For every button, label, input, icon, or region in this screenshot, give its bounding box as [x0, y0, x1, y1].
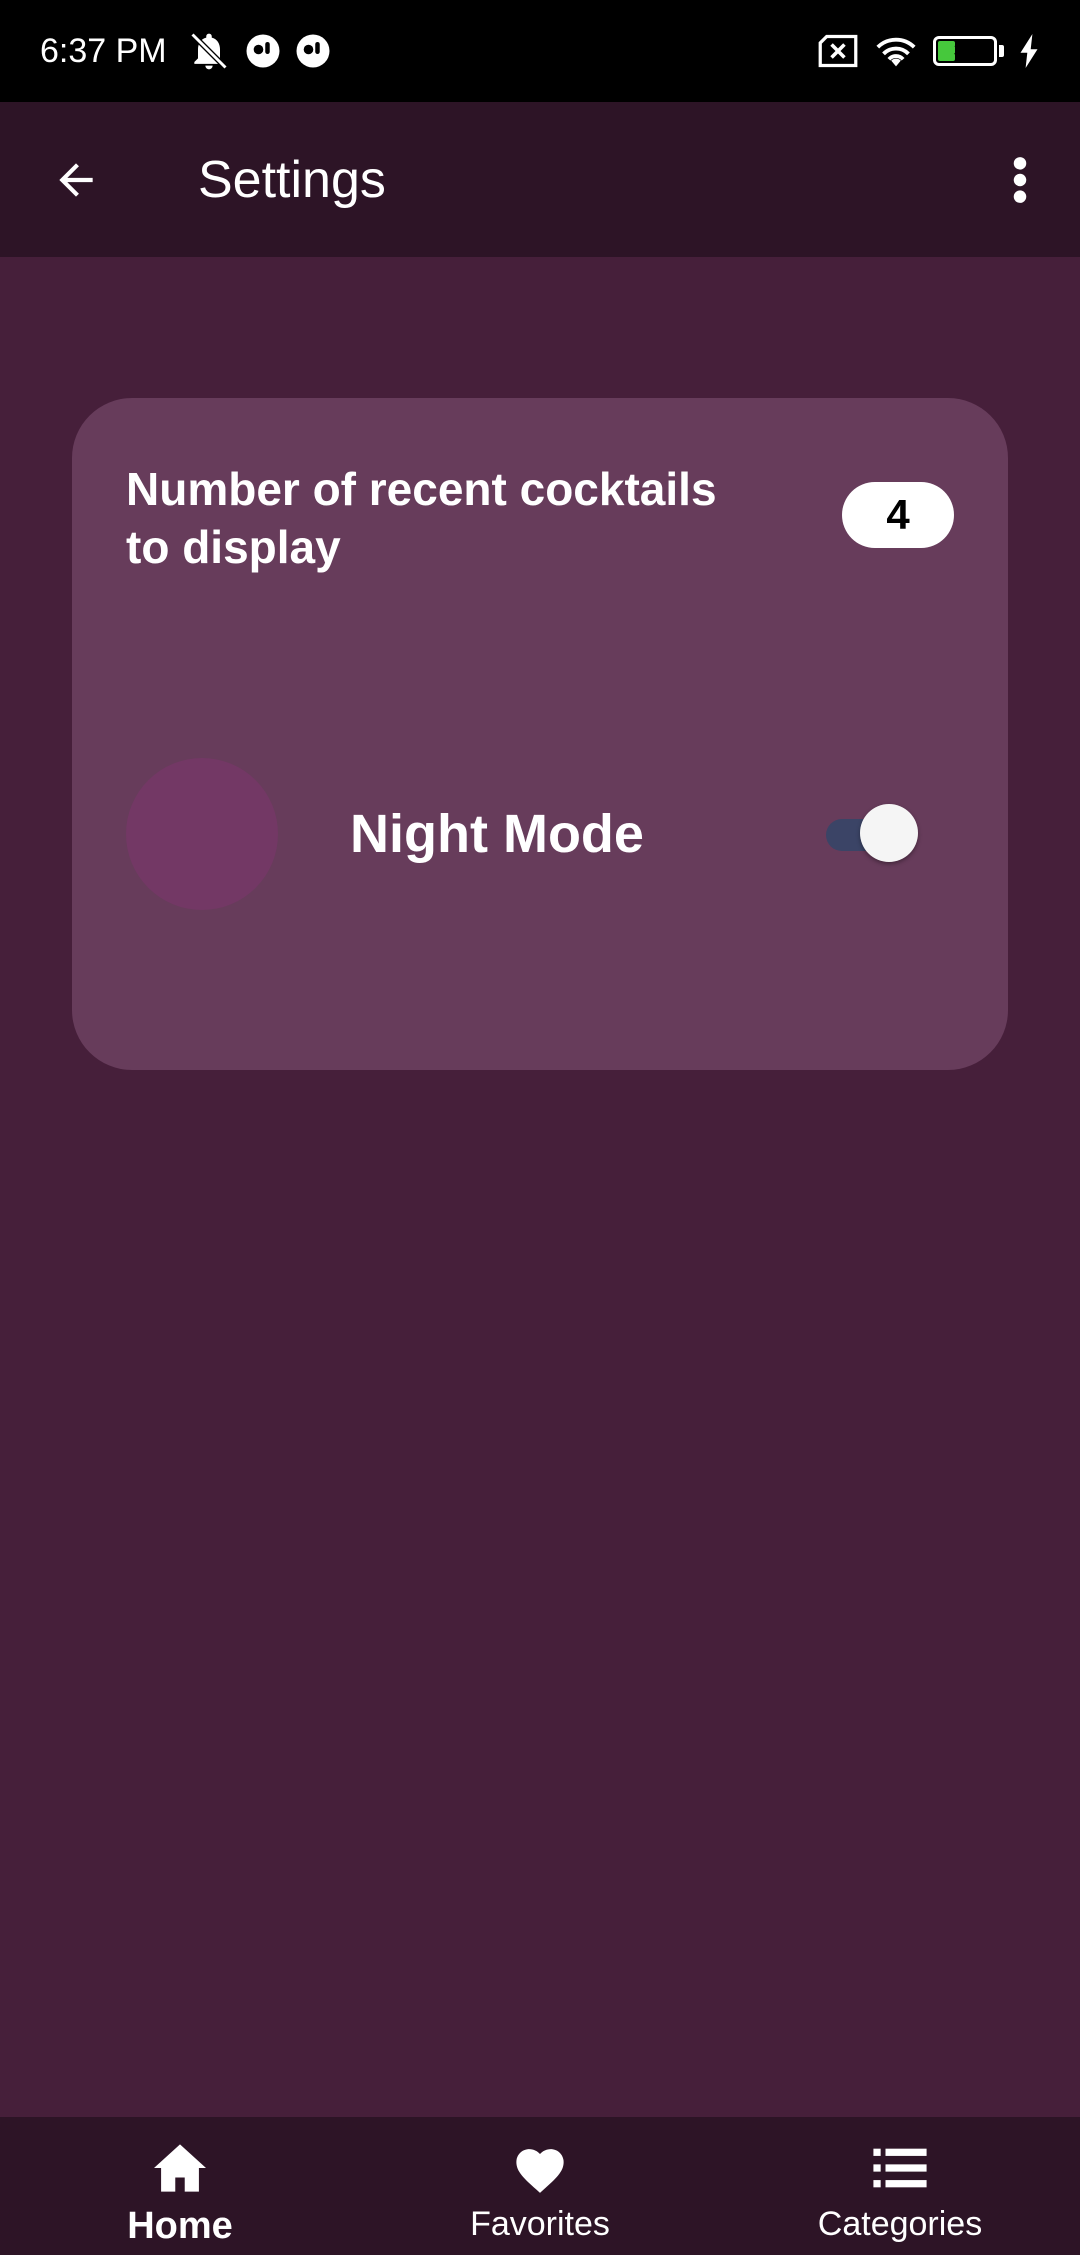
battery-icon: 31: [933, 36, 997, 66]
moon-icon: [197, 810, 221, 858]
recent-cocktails-value[interactable]: 4: [842, 482, 954, 548]
nav-label-favorites: Favorites: [470, 2205, 610, 2243]
night-mode-label: Night Mode: [350, 804, 644, 864]
bottom-navigation: Home Favorites Categories: [0, 2117, 1080, 2255]
nav-label-categories: Categories: [817, 2205, 983, 2243]
app-notification-icon: [295, 33, 331, 69]
battery-cap: [999, 45, 1004, 57]
night-mode-toggle[interactable]: [826, 804, 918, 864]
nav-item-home[interactable]: Home: [0, 2117, 360, 2255]
app-bar: Settings: [0, 102, 1080, 257]
arrow-left-icon: [59, 162, 93, 197]
settings-card: Number of recent cocktails to display 4 …: [72, 398, 1008, 1070]
status-time: 6:37 PM: [40, 31, 167, 70]
status-right: 31: [817, 33, 1040, 69]
status-left: 6:37 PM: [40, 29, 331, 73]
settings-screen: 6:37 PM 31 Settings Number of recent coc…: [0, 0, 1080, 2255]
recent-cocktails-label: Number of recent cocktails to display: [126, 463, 717, 573]
status-bar: 6:37 PM 31: [0, 0, 1080, 102]
list-icon: [870, 2141, 930, 2195]
toggle-thumb: [860, 804, 918, 862]
moon-icon-container: [126, 758, 278, 910]
charging-icon: [1018, 34, 1040, 68]
nav-label-home: Home: [127, 2205, 233, 2247]
night-mode-row: Night Mode: [126, 758, 954, 910]
heart-icon: [510, 2141, 570, 2195]
wifi-icon: [873, 33, 919, 69]
nav-item-categories[interactable]: Categories: [720, 2117, 1080, 2255]
more-options-button[interactable]: [1000, 150, 1040, 210]
app-notification-icon: [245, 33, 281, 69]
more-vert-icon: [1013, 156, 1027, 203]
page-title: Settings: [198, 150, 386, 209]
home-icon: [150, 2141, 210, 2195]
nav-item-favorites[interactable]: Favorites: [360, 2117, 720, 2255]
bell-off-icon: [187, 29, 231, 73]
back-button[interactable]: [46, 150, 106, 210]
sim-off-icon: [817, 34, 859, 68]
battery-level: 31: [953, 39, 977, 62]
